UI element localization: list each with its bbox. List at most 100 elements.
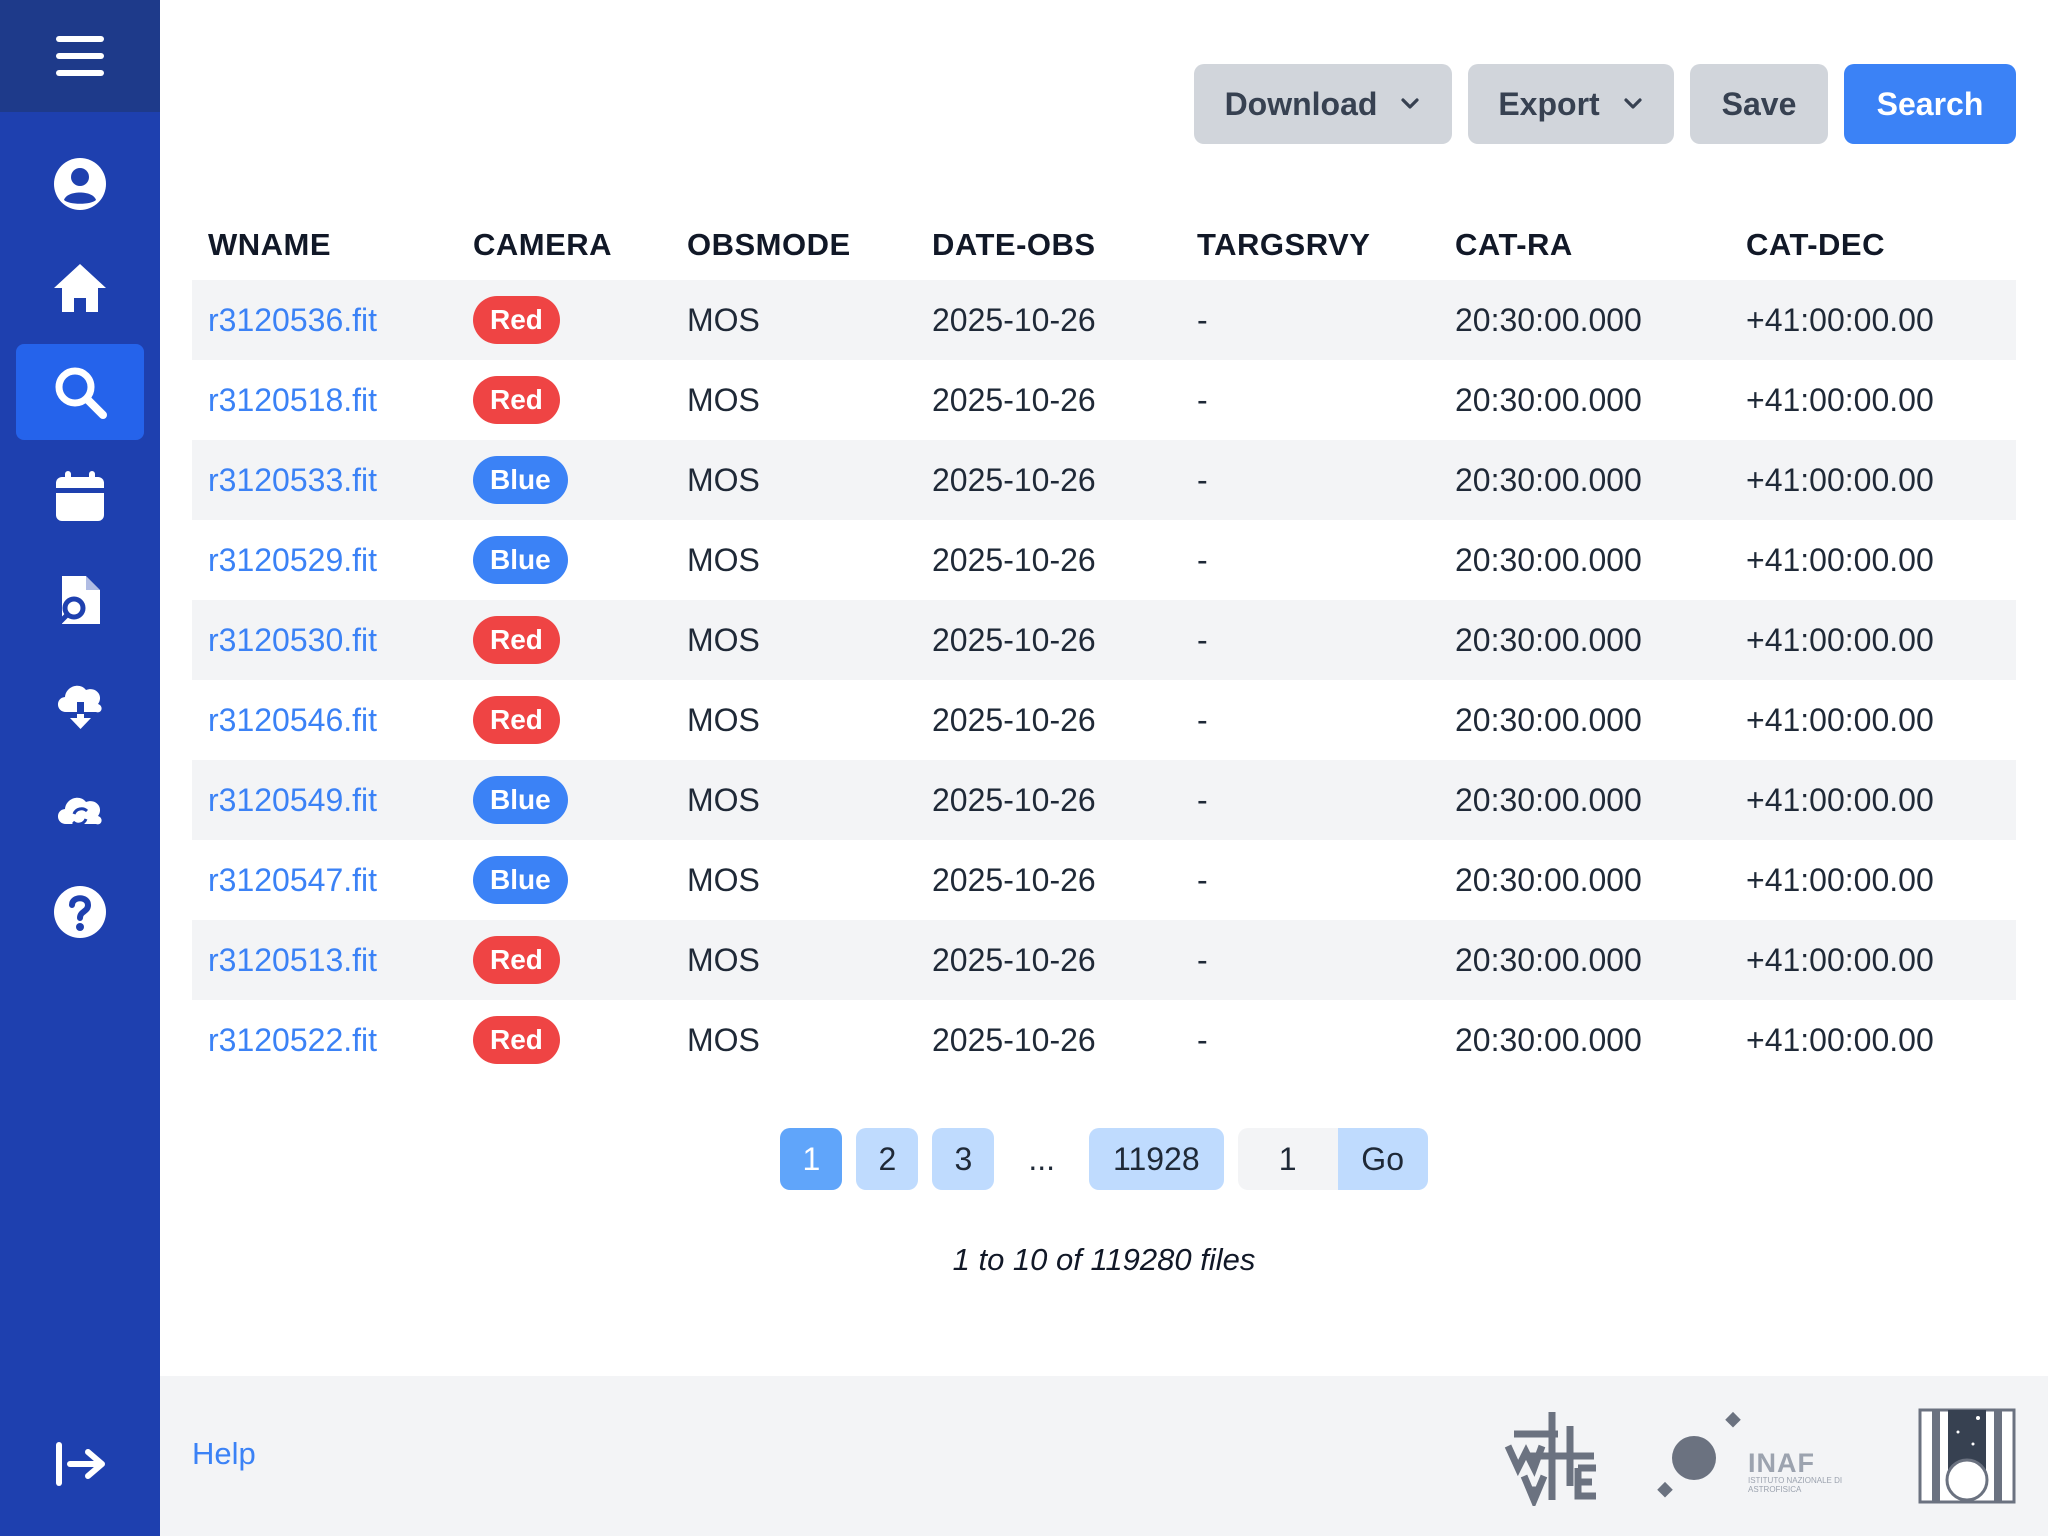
camera-badge: Blue [473,776,568,824]
logout-button[interactable] [16,1416,144,1512]
page-button-last[interactable]: 11928 [1089,1128,1224,1190]
sidebar-item-cloud-sync[interactable] [16,760,144,856]
file-link[interactable]: r3120546.fit [208,702,377,738]
table-row: r3120549.fit Blue MOS 2025-10-26 - 20:30… [192,760,2016,840]
cell-targsrvy: - [1181,1000,1439,1080]
inaf-logo: INAF ISTITUTO NAZIONALE DI ASTROFISICA [1748,1448,1868,1495]
cell-camera: Blue [457,440,671,520]
sidebar-item-calendar[interactable] [16,448,144,544]
chevron-down-icon [1401,98,1420,109]
cell-date-obs: 2025-10-26 [916,360,1181,440]
table-row: r3120536.fit Red MOS 2025-10-26 - 20:30:… [192,280,2016,360]
cell-date-obs: 2025-10-26 [916,1000,1181,1080]
cell-date-obs: 2025-10-26 [916,440,1181,520]
file-link[interactable]: r3120529.fit [208,542,377,578]
cell-cat-dec: +41:00:00.00 [1730,920,2016,1000]
sidebar-item-profile[interactable] [16,136,144,232]
file-link[interactable]: r3120533.fit [208,462,377,498]
cell-cat-dec: +41:00:00.00 [1730,680,2016,760]
results-table: WNAME CAMERA OBSMODE DATE-OBS TARGSRVY C… [192,210,2016,1080]
column-header-date-obs[interactable]: DATE-OBS [916,210,1181,280]
calendar-icon [56,471,104,521]
column-header-obsmode[interactable]: OBSMODE [671,210,916,280]
table-row: r3120530.fit Red MOS 2025-10-26 - 20:30:… [192,600,2016,680]
download-button[interactable]: Download [1194,64,1452,144]
cell-cat-ra: 20:30:00.000 [1439,840,1730,920]
camera-badge: Blue [473,536,568,584]
file-link[interactable]: r3120530.fit [208,622,377,658]
page-button-2[interactable]: 2 [856,1128,919,1190]
cell-cat-ra: 20:30:00.000 [1439,280,1730,360]
cell-wname: r3120547.fit [192,840,457,920]
page-jump-input[interactable] [1237,1128,1338,1190]
cell-cat-dec: +41:00:00.00 [1730,760,2016,840]
column-header-camera[interactable]: CAMERA [457,210,671,280]
column-header-cat-ra[interactable]: CAT-RA [1439,210,1730,280]
search-icon [55,367,107,419]
column-header-wname[interactable]: WNAME [192,210,457,280]
page-button-1[interactable]: 1 [780,1128,843,1190]
cell-targsrvy: - [1181,520,1439,600]
column-header-targsrvy[interactable]: TARGSRVY [1181,210,1439,280]
page-button-3[interactable]: 3 [932,1128,995,1190]
cell-date-obs: 2025-10-26 [916,520,1181,600]
cell-wname: r3120518.fit [192,360,457,440]
camera-badge: Red [473,616,560,664]
pagination: 1 2 3 ... 11928 Go [0,1128,2048,1190]
search-button[interactable]: Search [1844,64,2016,144]
table-row: r3120522.fit Red MOS 2025-10-26 - 20:30:… [192,1000,2016,1080]
download-button-label: Download [1224,85,1378,122]
camera-badge: Blue [473,456,568,504]
column-header-cat-dec[interactable]: CAT-DEC [1730,210,2016,280]
save-button[interactable]: Save [1690,64,1828,144]
cell-cat-dec: +41:00:00.00 [1730,520,2016,600]
footer: Help INAF ISTITUTO NAZIONALE DI ASTROFIS… [160,1376,2048,1536]
cell-obsmode: MOS [671,680,916,760]
file-link[interactable]: r3120547.fit [208,862,377,898]
cell-targsrvy: - [1181,440,1439,520]
weave-logo [1504,1412,1596,1506]
cell-wname: r3120546.fit [192,680,457,760]
page-jump: Go [1237,1128,1428,1190]
cell-wname: r3120533.fit [192,440,457,520]
cell-camera: Red [457,1000,671,1080]
sidebar-item-search[interactable] [16,344,144,440]
export-button-label: Export [1498,85,1600,122]
cell-date-obs: 2025-10-26 [916,840,1181,920]
sidebar-item-help[interactable] [16,864,144,960]
cell-wname: r3120530.fit [192,600,457,680]
cell-cat-ra: 20:30:00.000 [1439,440,1730,520]
cell-targsrvy: - [1181,760,1439,840]
cell-camera: Blue [457,840,671,920]
export-button[interactable]: Export [1468,64,1674,144]
cell-date-obs: 2025-10-26 [916,600,1181,680]
cell-cat-ra: 20:30:00.000 [1439,600,1730,680]
table-row: r3120518.fit Red MOS 2025-10-26 - 20:30:… [192,360,2016,440]
sidebar-item-file-search[interactable] [16,552,144,648]
menu-button[interactable] [0,0,160,112]
menu-icon [56,36,104,76]
cell-camera: Red [457,600,671,680]
sidebar-item-cloud-download[interactable] [16,656,144,752]
cell-date-obs: 2025-10-26 [916,280,1181,360]
table-row: r3120513.fit Red MOS 2025-10-26 - 20:30:… [192,920,2016,1000]
camera-badge: Red [473,696,560,744]
file-link[interactable]: r3120513.fit [208,942,377,978]
cell-camera: Red [457,280,671,360]
file-link[interactable]: r3120518.fit [208,382,377,418]
cell-cat-dec: +41:00:00.00 [1730,360,2016,440]
help-link[interactable]: Help [192,1436,256,1472]
results-summary: 1 to 10 of 119280 files [952,1242,1256,1277]
camera-badge: Blue [473,856,568,904]
file-link[interactable]: r3120549.fit [208,782,377,818]
cell-camera: Red [457,360,671,440]
cell-wname: r3120536.fit [192,280,457,360]
page-jump-go-button[interactable]: Go [1337,1128,1428,1190]
file-link[interactable]: r3120522.fit [208,1022,377,1058]
sidebar-item-home[interactable] [16,240,144,336]
logout-icon [56,1442,105,1486]
inaf-logo-text: INAF [1748,1448,1815,1478]
cell-date-obs: 2025-10-26 [916,920,1181,1000]
file-link[interactable]: r3120536.fit [208,302,377,338]
cell-cat-ra: 20:30:00.000 [1439,1000,1730,1080]
